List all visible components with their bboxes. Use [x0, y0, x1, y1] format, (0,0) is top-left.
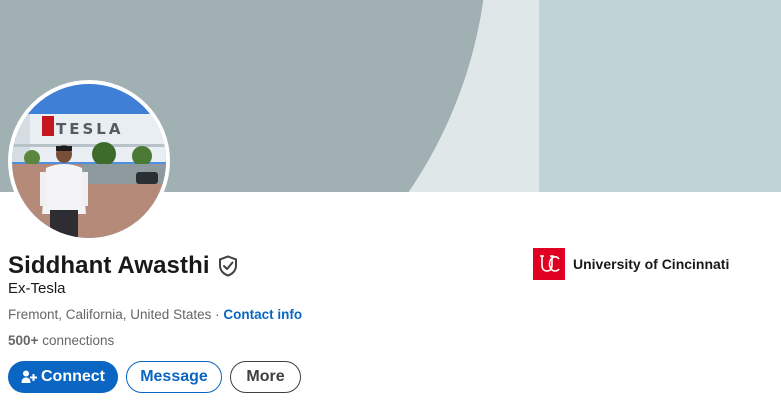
profile-headline: Ex-Tesla: [8, 280, 66, 297]
person-plus-icon: [21, 369, 37, 385]
name-row: Siddhant Awasthi: [8, 252, 238, 280]
profile-avatar[interactable]: TESLA: [8, 80, 170, 242]
profile-name: Siddhant Awasthi: [8, 252, 210, 279]
connections-count: 500+: [8, 333, 39, 348]
banner-panel-shape: [539, 0, 781, 192]
connect-button[interactable]: Connect: [8, 361, 118, 393]
connections-label: connections: [42, 333, 115, 348]
avatar-photo: TESLA: [12, 84, 166, 238]
contact-info-link[interactable]: Contact info: [223, 307, 302, 322]
connect-button-label: Connect: [41, 368, 105, 385]
message-button[interactable]: Message: [126, 361, 222, 393]
connections-row[interactable]: 500+ connections: [8, 333, 114, 348]
shield-check-icon[interactable]: [218, 255, 238, 277]
more-button[interactable]: More: [230, 361, 301, 393]
profile-location: Fremont, California, United States: [8, 307, 212, 322]
profile-actions: Connect Message More: [8, 361, 301, 393]
university-logo-icon: [533, 248, 565, 280]
building-sign-text: TESLA: [56, 120, 123, 138]
school-name: University of Cincinnati: [573, 256, 730, 272]
location-row: Fremont, California, United States · Con…: [8, 307, 302, 322]
education-link[interactable]: University of Cincinnati: [533, 248, 729, 280]
